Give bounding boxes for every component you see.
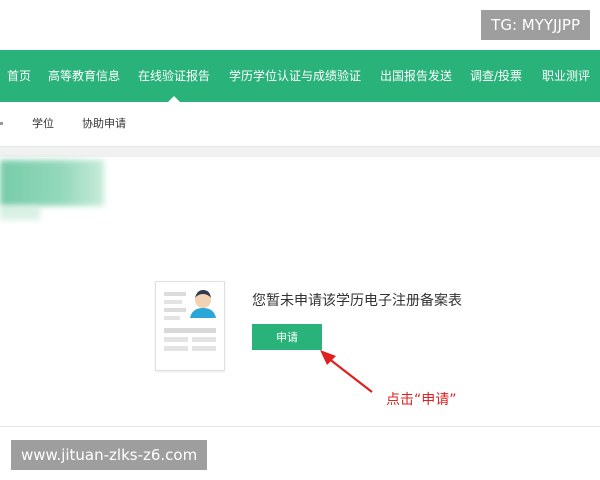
subnav-item-degree[interactable]: 学位 — [32, 102, 54, 146]
nav-item-overseas-report[interactable]: 出国报告发送 — [380, 50, 452, 102]
resume-document-icon — [155, 281, 225, 371]
annotation-text: 点击“申请” — [386, 392, 457, 408]
footer-divider — [0, 426, 600, 427]
nav-item-online-verification[interactable]: 在线验证报告 — [138, 50, 210, 102]
annotation-arrow-icon — [320, 350, 373, 393]
section-divider — [0, 147, 600, 157]
subnav-item-assist-apply[interactable]: 协助申请 — [82, 102, 126, 146]
sub-nav: 学位 协助申请 — [0, 102, 600, 147]
nav-item-higher-education[interactable]: 高等教育信息 — [48, 50, 120, 102]
blurred-redaction-secondary — [0, 206, 40, 220]
nav-item-home[interactable]: 首页 — [7, 50, 31, 102]
nav-item-survey[interactable]: 调查/投票 — [470, 50, 522, 102]
main-nav: 首页 高等教育信息 在线验证报告 学历学位认证与成绩验证 出国报告发送 调查/投… — [0, 50, 600, 102]
subnav-edge-marker — [0, 122, 3, 125]
nav-item-career-test[interactable]: 职业测评 — [542, 50, 590, 102]
empty-state-message: 您暂未申请该学历电子注册备案表 — [252, 293, 462, 309]
watermark-top: TG: MYYJJPP — [481, 10, 590, 40]
nav-item-degree-certification[interactable]: 学历学位认证与成绩验证 — [229, 50, 361, 102]
top-bar: TG: MYYJJPP — [0, 0, 600, 50]
blurred-redaction — [0, 160, 104, 206]
watermark-bottom: www.jituan-zlks-z6.com — [11, 440, 208, 470]
